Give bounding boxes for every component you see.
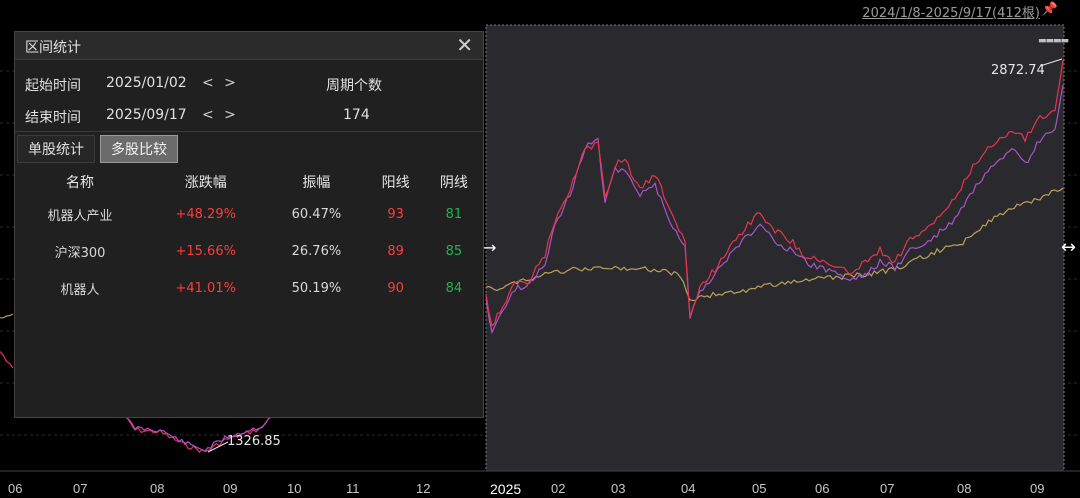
row-up: 93: [387, 207, 404, 222]
x-tick-label: 05: [752, 481, 767, 496]
start-nav-arrows[interactable]: < >: [202, 75, 239, 91]
row-change: +48.29%: [175, 207, 236, 222]
row-change: +15.66%: [175, 244, 236, 259]
panel-title: 区间统计: [25, 40, 81, 56]
selection-region: [485, 24, 1065, 472]
series-line-csi300-left: [0, 313, 14, 319]
col-down: 阴线: [439, 175, 468, 191]
table-row[interactable]: 机器人产业 +48.29% 60.47% 93 81: [15, 196, 483, 233]
table-row[interactable]: 机器人 +41.01% 50.19% 90 84: [15, 270, 483, 307]
selection-resize-icon[interactable]: ↔: [1061, 237, 1076, 258]
tab-single-stock[interactable]: 单股统计: [17, 135, 95, 163]
period-value: 174: [343, 107, 370, 123]
start-date[interactable]: 2025/01/02: [106, 75, 187, 91]
x-tick-label: 08: [957, 481, 972, 496]
col-up: 阳线: [381, 175, 410, 191]
x-tick-label: 03: [611, 481, 626, 496]
x-tick-label: 09: [1030, 481, 1045, 496]
panel-header: 区间统计 ✕: [15, 32, 483, 60]
end-label: 结束时间: [25, 110, 81, 126]
end-date[interactable]: 2025/09/17: [106, 107, 187, 123]
x-tick-label: 10: [287, 481, 302, 496]
row-amplitude: 50.19%: [291, 281, 342, 296]
x-tick-label: 02: [551, 481, 566, 496]
x-tick-label: 07: [73, 481, 88, 496]
close-icon[interactable]: ✕: [456, 33, 473, 57]
x-tick-label: 06: [8, 481, 23, 496]
row-name: 机器人产业: [47, 209, 113, 224]
period-label: 周期个数: [326, 78, 382, 94]
high-price-label: 2872.74: [991, 63, 1045, 78]
x-tick-label: 12: [416, 481, 431, 496]
panel-divider: [15, 131, 483, 132]
row-name: 机器人: [60, 283, 100, 298]
start-label: 起始时间: [25, 78, 81, 94]
col-change: 涨跌幅: [184, 175, 227, 191]
x-tick-label: 11: [346, 481, 360, 496]
row-down: 85: [445, 244, 463, 259]
row-down: 81: [445, 207, 463, 222]
col-name: 名称: [66, 175, 95, 191]
tab-multi-compare[interactable]: 多股比较: [100, 135, 178, 163]
row-up: 90: [387, 281, 404, 296]
range-stats-panel: 区间统计 ✕ 起始时间 2025/01/02 < > 周期个数 结束时间 202…: [14, 31, 484, 418]
pin-icon[interactable]: 📌: [1042, 2, 1058, 17]
row-amplitude: 26.76%: [291, 244, 342, 259]
table-row[interactable]: 沪深300 +15.66% 26.76% 89 85: [15, 233, 483, 270]
x-tick-label: 08: [150, 481, 165, 496]
row-up: 89: [387, 244, 404, 259]
col-amplitude: 振幅: [302, 175, 331, 191]
x-tick-label: 07: [880, 481, 895, 496]
x-tick-label: 09: [223, 481, 238, 496]
series-line-robot-industry-left: [0, 351, 14, 369]
selection-start-arrow-icon[interactable]: →: [483, 238, 496, 257]
low-price-label: 1326.85: [227, 434, 281, 449]
row-amplitude: 60.47%: [291, 207, 342, 222]
legend-marker-icon: ▬▬▬▬: [1037, 36, 1069, 46]
row-name: 沪深300: [54, 246, 106, 261]
row-down: 84: [445, 281, 463, 296]
end-nav-arrows[interactable]: < >: [202, 107, 239, 123]
x-tick-label: 2025: [490, 481, 522, 497]
row-change: +41.01%: [175, 281, 236, 296]
x-tick-label: 06: [815, 481, 830, 496]
stats-table: 名称 涨跌幅 振幅 阳线 阴线 机器人产业 +48.29% 60.47% 93 …: [15, 168, 483, 307]
range-label[interactable]: 2024/1/8-2025/9/17(412根): [862, 2, 1040, 21]
table-header-row: 名称 涨跌幅 振幅 阳线 阴线: [15, 168, 483, 196]
x-tick-label: 04: [681, 481, 696, 496]
